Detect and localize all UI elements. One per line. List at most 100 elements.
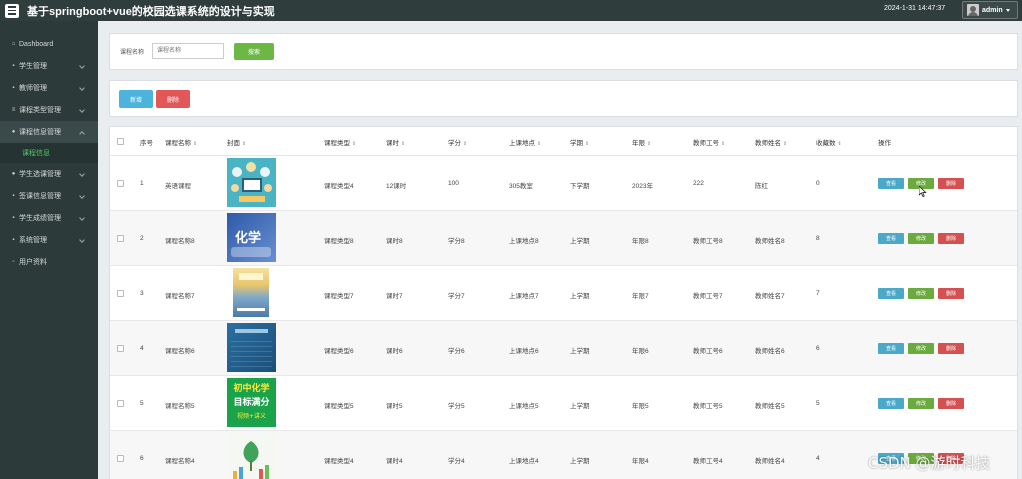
sidebar-item-label: 课程信息管理 xyxy=(19,129,61,136)
table-row: 5 课程名称5 初中化学 目标满分 视频+讲义 课程类型5 课时5 学分5 上课… xyxy=(110,376,1017,431)
column-header[interactable]: 课时 ⇕ xyxy=(386,137,405,147)
cell-course-type: 课程类型6 xyxy=(324,348,354,355)
cell-index: 6 xyxy=(140,455,144,462)
cell-teacher-id: 教师工号5 xyxy=(693,403,723,410)
edit-button[interactable]: 修改 xyxy=(908,343,934,354)
sidebar-item-course-types[interactable]: ≡ 课程类型管理 xyxy=(0,99,98,121)
sidebar-item-label: Dashboard xyxy=(19,40,54,48)
cell-favorites: 4 xyxy=(816,455,820,462)
cell-index: 2 xyxy=(140,235,144,242)
plant-cover-image xyxy=(227,433,276,479)
sidebar-subitem-course-info[interactable]: 课程信息 xyxy=(0,143,98,163)
cell-teacher-id: 222 xyxy=(693,180,704,187)
column-header[interactable]: 教师姓名 ⇕ xyxy=(755,137,787,147)
column-header[interactable]: 课程类型 ⇕ xyxy=(324,137,356,147)
user-menu[interactable]: admin xyxy=(962,1,1018,19)
cell-course-name: 英语课程 xyxy=(165,183,191,190)
sidebar-item-sign-info[interactable]: ▪ 签课信息管理 xyxy=(0,185,98,207)
search-button[interactable]: 搜索 xyxy=(234,43,274,60)
sidebar-item-system[interactable]: ▪ 系统管理 xyxy=(0,229,98,251)
column-header[interactable]: 收藏数 ⇕ xyxy=(816,137,842,147)
sidebar-item-course-info[interactable]: ● 课程信息管理 xyxy=(0,121,98,143)
row-checkbox[interactable] xyxy=(117,345,124,352)
edit-button[interactable]: 修改 xyxy=(908,288,934,299)
delete-button[interactable]: 删除 xyxy=(938,343,964,354)
delete-button[interactable]: 删除 xyxy=(938,398,964,409)
sidebar-item-dashboard[interactable]: ⌂ Dashboard xyxy=(0,33,98,55)
edit-button[interactable]: 修改 xyxy=(908,398,934,409)
cell-teacher-id: 教师工号4 xyxy=(693,458,723,465)
row-checkbox[interactable] xyxy=(117,400,124,407)
cell-hours: 课时8 xyxy=(386,238,403,245)
view-button[interactable]: 查看 xyxy=(878,233,904,244)
cell-term: 上学期 xyxy=(570,458,590,465)
column-header[interactable]: 序号 xyxy=(140,137,153,147)
sidebar-item-profile[interactable]: ▫ 用户资料 xyxy=(0,251,98,273)
cell-favorites: 8 xyxy=(816,235,820,242)
cell-index: 4 xyxy=(140,345,144,352)
sort-icon: ⇕ xyxy=(401,141,406,147)
top-header: 基于springboot+vue的校园选课系统的设计与实现 2024-1-31 … xyxy=(0,0,1022,21)
chevron-down-icon xyxy=(79,171,85,177)
view-button[interactable]: 查看 xyxy=(878,178,904,189)
cell-credit: 学分8 xyxy=(448,238,465,245)
row-checkbox[interactable] xyxy=(117,180,124,187)
column-header[interactable]: 年限 ⇕ xyxy=(632,137,651,147)
sidebar-item-students[interactable]: ▪ 学生管理 xyxy=(0,55,98,77)
delete-button[interactable]: 删除 xyxy=(938,233,964,244)
view-button[interactable]: 查看 xyxy=(878,343,904,354)
cell-course-name: 课程名称6 xyxy=(165,348,195,355)
cell-location: 上课地点8 xyxy=(509,238,539,245)
textbook-cover-image xyxy=(233,268,269,317)
sidebar-item-label: 用户资料 xyxy=(19,259,47,266)
column-header[interactable]: 上课地点 ⇕ xyxy=(509,137,541,147)
cell-course-name: 课程名称8 xyxy=(165,238,195,245)
column-header: 操作 xyxy=(878,140,891,147)
sidebar-item-label: 教师管理 xyxy=(19,85,47,92)
list-icon: ≡ xyxy=(11,107,16,113)
view-button[interactable]: 查看 xyxy=(878,288,904,299)
sidebar-item-label: 学生管理 xyxy=(19,63,47,70)
view-button[interactable]: 查看 xyxy=(878,398,904,409)
delete-button[interactable]: 删除 xyxy=(938,178,964,189)
cell-favorites: 7 xyxy=(816,290,820,297)
column-header[interactable]: 封面 ⇕ xyxy=(227,137,246,147)
add-button[interactable]: 新增 xyxy=(119,90,153,108)
book-icon: ▪ xyxy=(12,193,15,199)
select-all-checkbox[interactable] xyxy=(117,138,124,145)
cell-course-type: 课程类型4 xyxy=(324,458,354,465)
cell-teacher-name: 教师姓名6 xyxy=(755,348,785,355)
sort-icon: ⇕ xyxy=(837,141,842,147)
sidebar-item-teachers[interactable]: ▪ 教师管理 xyxy=(0,77,98,99)
cell-favorites: 0 xyxy=(816,180,820,187)
row-checkbox[interactable] xyxy=(117,290,124,297)
cell-favorites: 5 xyxy=(816,400,820,407)
cell-course-name: 课程名称5 xyxy=(165,403,195,410)
book-cover-image xyxy=(227,158,276,207)
chevron-down-icon xyxy=(79,107,85,113)
cell-term: 下学期 xyxy=(570,183,590,190)
cell-course-type: 课程类型7 xyxy=(324,293,354,300)
column-header[interactable]: 学分 ⇕ xyxy=(448,137,467,147)
sort-icon: ⇕ xyxy=(585,141,590,147)
row-checkbox[interactable] xyxy=(117,235,124,242)
watermark: CSDN @游时科技 xyxy=(868,454,991,472)
column-header[interactable]: 课程名称 ⇕ xyxy=(165,137,197,147)
cell-teacher-name: 教师姓名5 xyxy=(755,403,785,410)
menu-toggle-icon[interactable] xyxy=(5,3,19,18)
sidebar-item-course-selection[interactable]: ● 学生选课管理 xyxy=(0,163,98,185)
row-checkbox[interactable] xyxy=(117,455,124,462)
search-label: 课程名称 xyxy=(120,50,145,56)
batch-delete-button[interactable]: 删除 xyxy=(156,90,190,108)
search-input[interactable] xyxy=(152,43,224,59)
search-panel: 课程名称 搜索 xyxy=(109,33,1018,70)
delete-button[interactable]: 删除 xyxy=(938,288,964,299)
column-header[interactable]: 教师工号 ⇕ xyxy=(693,137,725,147)
cell-course-name: 课程名称7 xyxy=(165,293,195,300)
edit-button[interactable]: 修改 xyxy=(908,233,934,244)
doc-icon: ▫ xyxy=(12,259,15,265)
cell-credit: 学分4 xyxy=(448,458,465,465)
chevron-down-icon xyxy=(79,63,85,69)
sidebar-item-grades[interactable]: ▪ 学生成绩管理 xyxy=(0,207,98,229)
column-header[interactable]: 学期 ⇕ xyxy=(570,137,589,147)
